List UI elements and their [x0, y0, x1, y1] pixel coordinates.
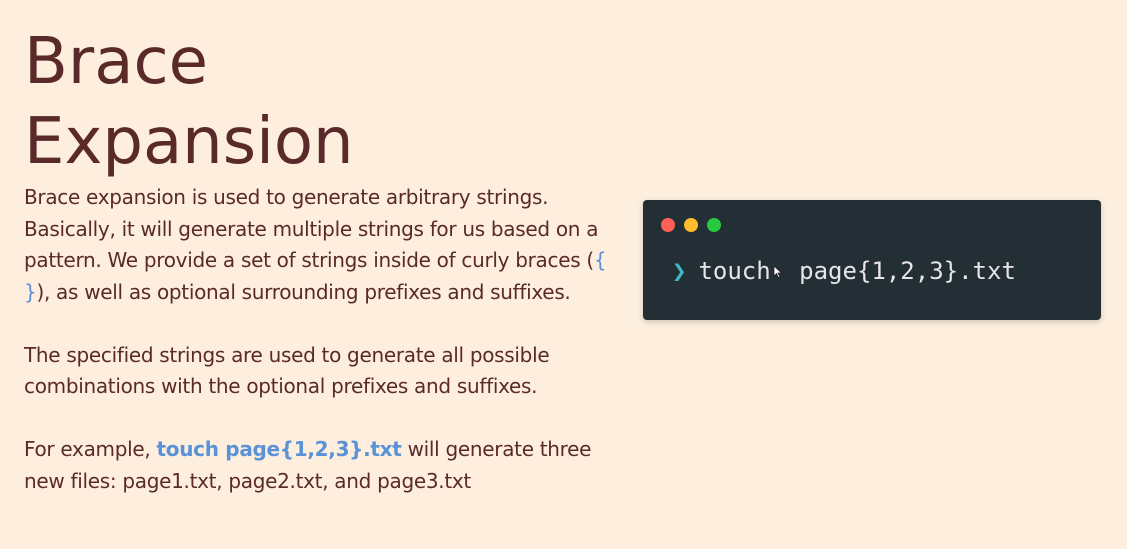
mouse-cursor-icon	[773, 265, 783, 279]
title-line-1: Brace	[24, 25, 208, 99]
slide-title: Brace Expansion	[24, 22, 354, 182]
slide-body: Brace expansion is used to generate arbi…	[24, 182, 624, 529]
intro-text-after: ), as well as optional surrounding prefi…	[36, 279, 571, 304]
terminal-command-line: ❯ touch page{1,2,3}.txt	[672, 254, 1016, 288]
command-text-args: page{1,2,3}.txt	[784, 257, 1016, 285]
paragraph-intro: Brace expansion is used to generate arbi…	[24, 182, 624, 308]
minimize-dot-icon	[684, 218, 698, 232]
close-dot-icon	[661, 218, 675, 232]
maximize-dot-icon	[707, 218, 721, 232]
chevron-right-icon: ❯	[672, 257, 687, 285]
command-text-touch: touch	[698, 257, 771, 285]
example-text-before: For example,	[24, 437, 157, 461]
title-line-2: Expansion	[24, 105, 354, 179]
paragraph-example: For example, touch page{1,2,3}.txt will …	[24, 434, 624, 497]
example-command-highlight: touch page{1,2,3}.txt	[156, 437, 402, 461]
paragraph-combinations: The specified strings are used to genera…	[24, 342, 550, 399]
intro-text-before: Brace expansion is used to generate arbi…	[24, 185, 599, 272]
